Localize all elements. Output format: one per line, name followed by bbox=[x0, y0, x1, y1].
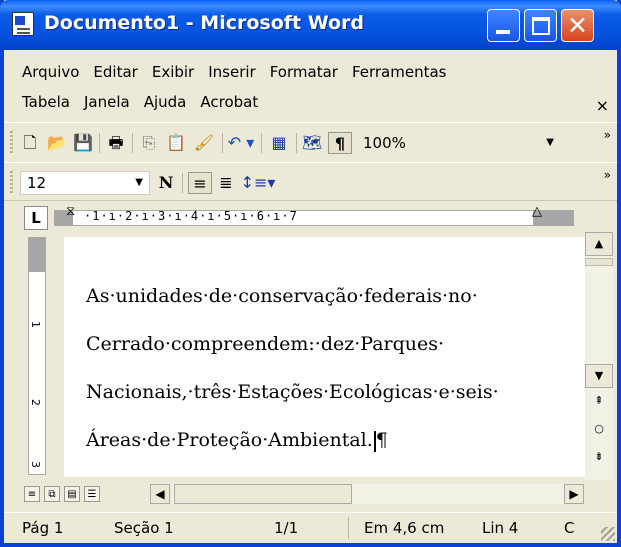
font-size-value: 12 bbox=[27, 174, 47, 192]
menu-acrobat[interactable]: Acrobat bbox=[200, 93, 258, 111]
status-divider bbox=[348, 517, 349, 539]
document-line[interactable]: Cerrado·compreendem:·dez·Parques· bbox=[86, 333, 444, 355]
toolbar-separator bbox=[182, 173, 183, 193]
paste-icon[interactable]: 📋 bbox=[164, 132, 188, 154]
maximize-icon bbox=[532, 17, 550, 35]
toolbar-separator bbox=[132, 133, 133, 153]
maximize-button[interactable] bbox=[524, 9, 557, 42]
ruler-numbers: ·1·ı·2·ı·3·ı·4·ı·5·ı·6·ı·7 bbox=[84, 209, 298, 223]
chevron-down-icon: ▼ bbox=[546, 137, 554, 148]
document-line[interactable]: Nacionais,·três·Estações·Ecológicas·e·se… bbox=[86, 381, 499, 403]
bold-icon[interactable]: N bbox=[154, 172, 178, 194]
font-size-dropdown[interactable]: 12 ▼ bbox=[20, 171, 150, 195]
chevron-down-icon: ▼ bbox=[135, 177, 143, 188]
menu-editar[interactable]: Editar bbox=[93, 63, 137, 81]
formatting-toolbar: 12 ▼ N ≡ ≣ ↕≡▾ » bbox=[4, 162, 617, 202]
toolbar-separator bbox=[261, 133, 262, 153]
scroll-down-icon[interactable]: ▼ bbox=[585, 364, 613, 388]
status-section: Seção 1 bbox=[114, 519, 174, 537]
word-document-icon[interactable] bbox=[12, 12, 34, 36]
menu-ferramentas[interactable]: Ferramentas bbox=[352, 63, 447, 81]
web-view-icon[interactable]: ⧉ bbox=[44, 486, 60, 502]
status-pages: 1/1 bbox=[274, 519, 299, 537]
status-page: Pág 1 bbox=[22, 519, 64, 537]
vruler-mark: 3 bbox=[29, 461, 42, 468]
status-bar: Pág 1 Seção 1 1/1 Em 4,6 cm Lin 4 C bbox=[4, 512, 617, 543]
first-line-indent-icon[interactable]: ⧖ bbox=[66, 204, 75, 219]
copy-icon[interactable]: ⎘ bbox=[138, 132, 160, 154]
right-indent-icon[interactable]: △ bbox=[532, 204, 542, 219]
window-title: Documento1 - Microsoft Word bbox=[44, 12, 365, 34]
align-left-icon[interactable]: ≡ bbox=[188, 172, 212, 194]
toolbar-separator bbox=[99, 133, 100, 153]
format-painter-icon[interactable]: 🖌 bbox=[192, 132, 216, 154]
undo-icon[interactable]: ↶ ▾ bbox=[226, 132, 256, 154]
menu-exibir[interactable]: Exibir bbox=[152, 63, 194, 81]
toolbar-overflow-icon[interactable]: » bbox=[604, 169, 611, 181]
outline-view-icon[interactable]: ☰ bbox=[84, 486, 100, 502]
minimize-icon bbox=[496, 30, 510, 34]
open-folder-icon[interactable]: 📂 bbox=[46, 132, 68, 154]
menu-bar: Arquivo Editar Exibir Inserir Formatar F… bbox=[4, 50, 617, 122]
line-spacing-icon[interactable]: ↕≡▾ bbox=[240, 172, 276, 194]
horizontal-scroll-thumb[interactable] bbox=[174, 484, 352, 504]
status-position: Em 4,6 cm bbox=[364, 519, 445, 537]
scroll-left-icon[interactable]: ◀ bbox=[150, 484, 170, 504]
vertical-scrollbar[interactable]: ▲ ▼ ⇞ ○ ⇟ bbox=[585, 232, 613, 482]
menu-janela[interactable]: Janela bbox=[84, 93, 130, 111]
menu-formatar[interactable]: Formatar bbox=[270, 63, 338, 81]
next-page-icon[interactable]: ⇟ bbox=[585, 450, 613, 463]
toolbar-grip[interactable] bbox=[10, 131, 13, 155]
normal-view-icon[interactable]: ≡ bbox=[24, 486, 40, 502]
document-map-icon[interactable]: 🗺 bbox=[300, 132, 324, 154]
new-document-icon[interactable]: 🗋 bbox=[20, 132, 40, 154]
document-page[interactable]: As·unidades·de·conservação·federais·no· … bbox=[64, 237, 585, 477]
status-line: Lin 4 bbox=[482, 519, 519, 537]
vertical-ruler: 1 2 3 bbox=[28, 237, 46, 475]
title-bar[interactable]: Documento1 - Microsoft Word ✕ bbox=[0, 0, 621, 50]
vruler-mark: 2 bbox=[29, 399, 42, 406]
toolbar-separator bbox=[222, 133, 223, 153]
resize-grip-icon[interactable] bbox=[601, 527, 615, 541]
show-formatting-icon[interactable]: ¶ bbox=[328, 132, 352, 154]
print-icon[interactable]: 🖶 bbox=[104, 132, 128, 154]
table-icon[interactable]: ▦ bbox=[266, 132, 292, 154]
toolbar-overflow-icon[interactable]: » bbox=[604, 129, 611, 141]
status-column: C bbox=[564, 519, 575, 537]
horizontal-scrollbar: ≡ ⧉ ▤ ☰ ◀ ▶ bbox=[4, 480, 617, 510]
document-line-last[interactable]: Áreas·de·Proteção·Ambiental. ¶ bbox=[86, 429, 388, 452]
menu-row-1: Arquivo Editar Exibir Inserir Formatar F… bbox=[22, 58, 460, 86]
zoom-value: 100% bbox=[363, 134, 406, 152]
vertical-scroll-thumb[interactable] bbox=[585, 258, 613, 266]
previous-page-icon[interactable]: ⇞ bbox=[585, 394, 613, 407]
menu-ajuda[interactable]: Ajuda bbox=[144, 93, 187, 111]
save-icon[interactable]: 💾 bbox=[72, 132, 94, 154]
align-center-icon[interactable]: ≣ bbox=[214, 172, 238, 194]
scroll-up-icon[interactable]: ▲ bbox=[585, 232, 613, 256]
word-window: Documento1 - Microsoft Word ✕ Arquivo Ed… bbox=[0, 0, 621, 547]
close-document-icon[interactable]: × bbox=[596, 96, 609, 115]
menu-inserir[interactable]: Inserir bbox=[208, 63, 255, 81]
document-line-text: Áreas·de·Proteção·Ambiental. bbox=[86, 429, 373, 451]
minimize-button[interactable] bbox=[487, 9, 520, 42]
menu-arquivo[interactable]: Arquivo bbox=[22, 63, 79, 81]
scroll-right-icon[interactable]: ▶ bbox=[564, 484, 584, 504]
vruler-mark: 1 bbox=[29, 321, 42, 328]
close-button[interactable]: ✕ bbox=[561, 9, 594, 42]
zoom-dropdown[interactable]: 100% ▼ bbox=[356, 131, 561, 155]
menu-tabela[interactable]: Tabela bbox=[22, 93, 70, 111]
browse-object-icon[interactable]: ○ bbox=[585, 422, 613, 435]
toolbar-separator bbox=[296, 133, 297, 153]
document-line[interactable]: As·unidades·de·conservação·federais·no· bbox=[86, 285, 478, 307]
horizontal-ruler: L ·1·ı·2·ı·3·ı·4·ı·5·ı·6·ı·7 ⧖ △ bbox=[4, 200, 617, 234]
close-icon: ✕ bbox=[567, 11, 588, 40]
standard-toolbar: 🗋 📂 💾 🖶 ⎘ 📋 🖌 ↶ ▾ ▦ 🗺 ¶ 100% ▼ » bbox=[4, 122, 617, 162]
toolbar-grip[interactable] bbox=[10, 171, 13, 195]
tab-selector[interactable]: L bbox=[24, 206, 48, 230]
menu-row-2: Tabela Janela Ajuda Acrobat bbox=[22, 88, 272, 116]
pilcrow-mark: ¶ bbox=[375, 429, 388, 451]
print-layout-icon[interactable]: ▤ bbox=[64, 486, 80, 502]
top-margin-area bbox=[29, 238, 45, 272]
